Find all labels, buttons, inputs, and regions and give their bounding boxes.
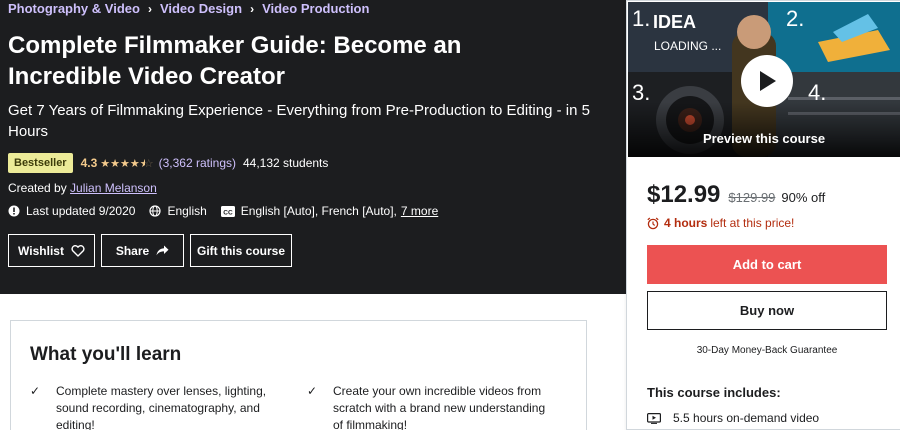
rating-row: Bestseller 4.3 ★★★★★☆ (3,362 ratings) 44… [8,153,328,173]
breadcrumb-item-photography-video[interactable]: Photography & Video [8,1,140,16]
preview-label: Preview this course [702,131,826,146]
wishlist-button[interactable]: Wishlist [8,234,95,267]
action-buttons: Wishlist Share Gift this course [8,234,298,267]
what-youll-learn-section: What you'll learn ✓ Complete mastery ove… [10,320,587,430]
last-updated: Last updated 9/2020 [8,204,135,218]
closed-captions-icon: CC [220,205,235,217]
share-button[interactable]: Share [101,234,184,267]
course-title: Complete Filmmaker Guide: Become an Incr… [8,32,462,90]
breadcrumb: Photography & Video › Video Design › Vid… [8,1,369,16]
add-to-cart-button[interactable]: Add to cart [647,245,887,284]
alert-badge-icon [8,205,20,217]
preview-idea-text: IDEA [653,12,696,32]
play-button[interactable] [741,55,793,107]
chevron-right-icon: › [147,1,152,16]
star-rating-icon: ★★★★★☆ [100,157,154,170]
preview-step-2: 2. [786,6,804,31]
course-language: English [149,204,207,218]
learn-item: ✓ Complete mastery over lenses, lighting… [30,383,270,430]
check-icon: ✓ [307,384,318,398]
purchase-sidebar: IDEA LOADING ... 1. 2. 3. 4. Preview thi… [626,0,900,430]
alarm-clock-icon [647,217,659,229]
ratings-count-link[interactable]: (3,362 ratings) [159,156,236,170]
buy-now-button[interactable]: Buy now [647,291,887,330]
heart-icon [71,244,85,257]
language-text: English [167,204,207,218]
captions-more-link[interactable]: 7 more [401,204,438,218]
check-icon: ✓ [30,384,41,398]
learn-item-text: Complete mastery over lenses, lighting, … [56,384,267,430]
preview-loading-text: LOADING ... [654,39,721,53]
discount-percent: 90% off [781,190,826,205]
learn-item: ✓ Create your own incredible videos from… [307,383,547,430]
include-item-label: 5.5 hours on-demand video [673,411,820,425]
students-count: 44,132 students [242,156,329,170]
rating-value: 4.3 [80,156,98,170]
original-price: $129.99 [728,190,776,205]
learn-section-title: What you'll learn [30,344,182,365]
created-by: Created by Julian Melanson [8,181,157,195]
preview-step-1: 1. [632,6,650,31]
course-subtitle: Get 7 Years of Filmmaking Experience - E… [8,102,590,140]
money-back-guarantee: 30-Day Money-Back Guarantee [696,345,838,356]
preview-step-3: 3. [632,80,650,105]
bestseller-badge: Bestseller [8,153,73,173]
price-row: $12.99 $129.99 90% off [647,181,825,209]
video-icon [647,412,661,424]
breadcrumb-item-video-design[interactable]: Video Design [160,1,242,16]
share-arrow-icon [156,245,169,256]
timer-hours: 4 hours [664,216,708,230]
chevron-right-icon: › [250,1,255,16]
course-preview[interactable]: IDEA LOADING ... 1. 2. 3. 4. Preview thi… [628,2,900,157]
learn-item-text: Create your own incredible videos from s… [333,384,546,430]
wishlist-label: Wishlist [18,243,64,258]
timer-suffix: left at this price! [710,216,795,230]
course-captions: CC English [Auto], French [Auto], 7 more [220,204,438,218]
share-label: Share [115,243,150,258]
last-updated-text: Last updated 9/2020 [26,204,136,218]
created-by-label: Created by [8,181,67,195]
breadcrumb-item-video-production[interactable]: Video Production [262,1,369,16]
captions-text: English [Auto], French [Auto], [240,204,397,218]
course-meta: Last updated 9/2020 English CC English [… [8,204,452,218]
include-item-video: 5.5 hours on-demand video [647,411,819,425]
price-timer: 4 hours left at this price! [647,216,794,230]
current-price: $12.99 [647,181,721,208]
instructor-link[interactable]: Julian Melanson [70,181,157,195]
svg-text:CC: CC [223,209,233,216]
includes-title: This course includes: [647,385,781,400]
play-icon [760,71,776,91]
gift-course-button[interactable]: Gift this course [190,234,292,267]
globe-icon [149,205,162,217]
preview-step-4: 4. [808,80,826,105]
